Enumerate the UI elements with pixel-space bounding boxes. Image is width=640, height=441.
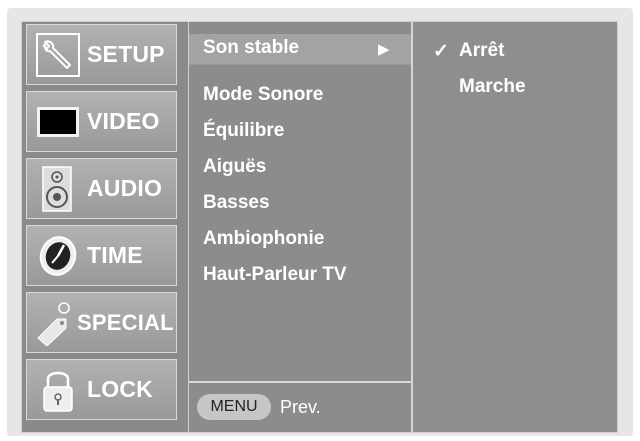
submenu-arrow-icon: ▶ — [378, 41, 390, 58]
tab-audio[interactable]: AUDIO — [26, 158, 177, 219]
options-panel: ✓ Arrêt Marche — [413, 22, 617, 432]
tag-icon — [35, 300, 75, 347]
tab-video[interactable]: VIDEO — [26, 91, 177, 152]
tab-setup-label: SETUP — [87, 41, 165, 67]
menu-item-ambiophonie[interactable]: Ambiophonie — [203, 228, 324, 250]
menu-item-son-stable[interactable]: Son stable — [203, 37, 299, 59]
check-icon: ✓ — [433, 41, 449, 62]
tab-special-label: SPECIAL — [77, 309, 174, 335]
option-arret[interactable]: Arrêt — [459, 40, 504, 62]
monitor-icon — [35, 99, 81, 145]
osd-screen: SETUP VIDEO AUDIO TIME SPECIAL LOCK Son … — [21, 21, 618, 433]
menu-button[interactable]: MENU — [197, 394, 271, 420]
menu-item-equilibre[interactable]: Équilibre — [203, 120, 284, 142]
tab-setup[interactable]: SETUP — [26, 24, 177, 85]
tab-time-label: TIME — [87, 242, 143, 268]
wrench-icon — [35, 32, 81, 78]
tab-video-label: VIDEO — [87, 108, 160, 134]
audio-menu: Son stable ▶ Mode Sonore Équilibre Aiguë… — [188, 22, 413, 432]
padlock-icon — [35, 367, 81, 413]
speaker-icon — [35, 165, 81, 212]
menu-item-haut-parleur-tv[interactable]: Haut-Parleur TV — [203, 264, 347, 286]
tab-lock-label: LOCK — [87, 376, 153, 402]
tab-special[interactable]: SPECIAL — [26, 292, 177, 353]
tab-audio-label: AUDIO — [87, 175, 163, 201]
tab-column: SETUP VIDEO AUDIO TIME SPECIAL LOCK — [22, 22, 182, 432]
menu-item-aigues[interactable]: Aiguës — [203, 156, 266, 178]
tab-time[interactable]: TIME — [26, 225, 177, 286]
prev-label: Prev. — [280, 397, 321, 417]
option-marche[interactable]: Marche — [459, 76, 526, 98]
menu-item-basses[interactable]: Basses — [203, 192, 270, 214]
tab-lock[interactable]: LOCK — [26, 359, 177, 420]
menu-footer-divider — [189, 381, 411, 383]
clock-icon — [35, 233, 81, 279]
menu-item-mode-sonore[interactable]: Mode Sonore — [203, 84, 323, 106]
